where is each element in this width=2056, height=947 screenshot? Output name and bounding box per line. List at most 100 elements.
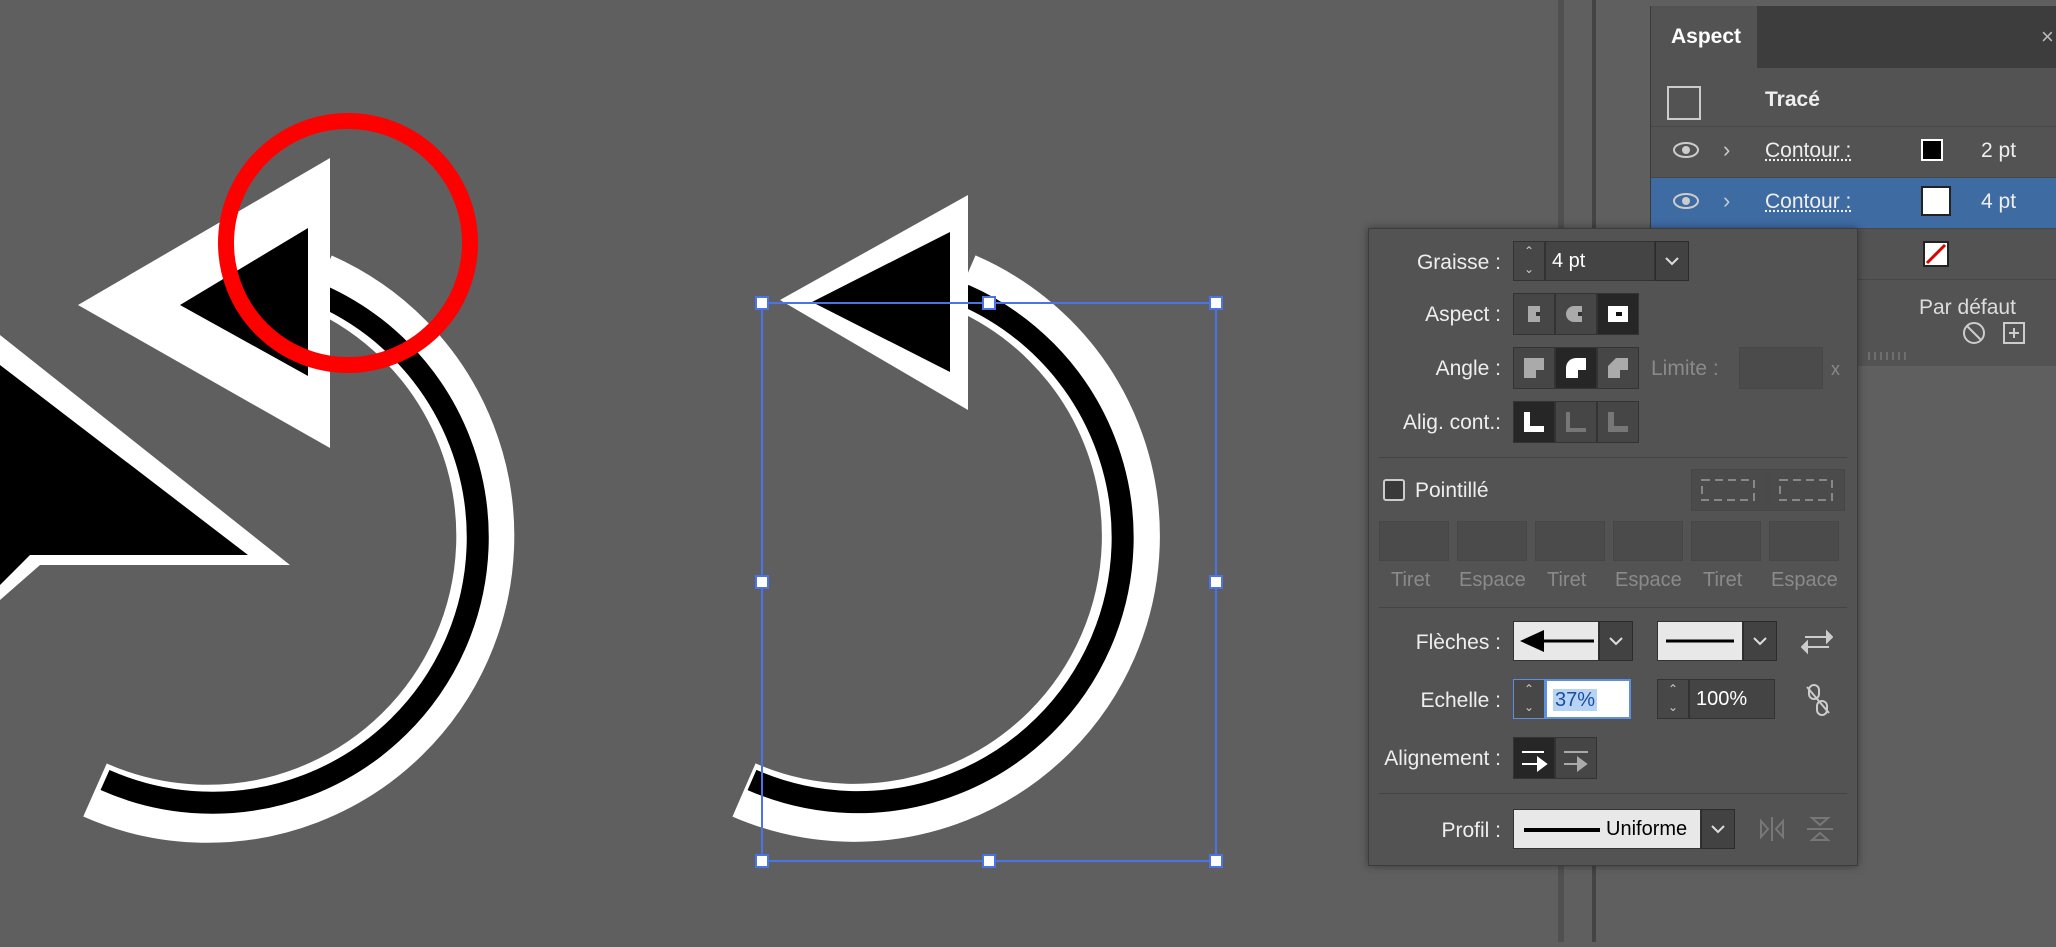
profile-dropdown[interactable]: [1701, 809, 1735, 849]
limit-x-label: x: [1831, 359, 1840, 380]
start-arrowhead-select[interactable]: [1513, 621, 1599, 661]
stroke-swatch-black[interactable]: [1921, 139, 1943, 161]
stroke-weight-value: 2 pt: [1981, 139, 2016, 163]
eye-icon[interactable]: [1673, 192, 1699, 210]
profile-label: Profil :: [1369, 819, 1501, 843]
scale-label: Echelle :: [1369, 689, 1501, 713]
arrow-left-icon: [1514, 622, 1598, 660]
chevron-down-icon: [1656, 242, 1688, 280]
dash-label: Tiret: [1391, 569, 1430, 592]
separator: [1379, 457, 1847, 458]
default-style-label: Par défaut: [1919, 296, 2016, 320]
projecting-cap-button[interactable]: [1597, 293, 1639, 335]
chevron-down-icon: [1600, 622, 1632, 660]
eye-icon[interactable]: [1673, 141, 1699, 159]
weight-stepper[interactable]: ⌃ ⌄: [1513, 241, 1545, 281]
dashed-label: Pointillé: [1415, 479, 1489, 503]
align-stroke-label: Alig. cont.:: [1369, 411, 1501, 435]
limit-label: Limite :: [1651, 357, 1719, 381]
aspect-row-stroke-2[interactable]: › Contour : 4 pt: [1651, 178, 2056, 229]
arrow-alignment-label: Alignement :: [1369, 747, 1501, 771]
weight-dropdown[interactable]: [1655, 241, 1689, 281]
clear-appearance-icon[interactable]: [1961, 320, 1987, 346]
gap-1-input: [1457, 521, 1527, 561]
dash-3-input: [1691, 521, 1761, 561]
stroke-swatch-white[interactable]: [1921, 186, 1951, 216]
stroke-row-label[interactable]: Contour :: [1765, 190, 1851, 214]
chevron-down-icon: [1744, 622, 1776, 660]
flip-across-icon: [1805, 815, 1835, 843]
dash-2-input: [1535, 521, 1605, 561]
align-inside-button[interactable]: [1555, 401, 1597, 443]
dashed-checkbox[interactable]: [1383, 479, 1405, 501]
swap-arrowheads-icon[interactable]: [1801, 627, 1833, 657]
scale-end-input[interactable]: 100%: [1689, 679, 1775, 719]
aspect-row-stroke-1[interactable]: › Contour : 2 pt: [1651, 127, 2056, 178]
path-icon: [1667, 86, 1701, 120]
dash-1-input: [1379, 521, 1449, 561]
large-arrow-fill: [0, 365, 248, 585]
align-outside-button[interactable]: [1597, 401, 1639, 443]
right-circular-arrow[interactable]: [744, 195, 1131, 813]
handle-bottom-right: [1210, 855, 1222, 867]
artboard-canvas[interactable]: [0, 0, 1560, 942]
resize-grip-icon[interactable]: [1867, 351, 1927, 361]
handle-mid-right: [1210, 576, 1222, 588]
none-fill-swatch-icon[interactable]: [1923, 241, 1949, 267]
gap-label: Espace: [1459, 569, 1526, 592]
handle-bottom-left: [756, 855, 768, 867]
add-new-effect-icon[interactable]: [2001, 320, 2027, 346]
trace-label: Tracé: [1765, 88, 1820, 112]
stroke-panel: Graisse : ⌃ ⌄ 4 pt Aspect : Angle : Limit…: [1368, 228, 1858, 866]
handle-top-left: [756, 297, 768, 309]
align-center-button[interactable]: [1513, 401, 1555, 443]
gap-label: Espace: [1771, 569, 1838, 592]
chevron-down-icon: [1702, 810, 1734, 848]
link-scale-icon[interactable]: [1803, 683, 1833, 717]
uniform-profile-icon: [1524, 828, 1600, 832]
cap-label: Aspect :: [1369, 303, 1501, 327]
dash-align-options: [1691, 469, 1845, 511]
dash-label: Tiret: [1703, 569, 1742, 592]
flip-along-icon: [1757, 815, 1787, 843]
chevron-right-icon[interactable]: ›: [1723, 137, 1730, 163]
separator: [1379, 607, 1847, 608]
arrow-extend-beyond-button[interactable]: [1513, 737, 1555, 779]
line-icon: [1658, 622, 1742, 660]
start-arrowhead-dropdown[interactable]: [1599, 621, 1633, 661]
round-cap-button[interactable]: [1555, 293, 1597, 335]
profile-select[interactable]: Uniforme: [1513, 809, 1701, 849]
butt-cap-button[interactable]: [1513, 293, 1555, 335]
end-arrowhead-select[interactable]: [1657, 621, 1743, 661]
handle-top-mid: [983, 297, 995, 309]
limit-input: [1739, 347, 1823, 389]
gap-3-input: [1769, 521, 1839, 561]
scale-start-stepper[interactable]: ⌃ ⌄: [1513, 679, 1545, 719]
gap-label: Espace: [1615, 569, 1682, 592]
bevel-join-button[interactable]: [1597, 347, 1639, 389]
handle-top-right: [1210, 297, 1222, 309]
profile-value: Uniforme: [1606, 818, 1687, 841]
gap-2-input: [1613, 521, 1683, 561]
scale-end-stepper[interactable]: ⌃ ⌄: [1657, 679, 1689, 719]
aspect-tab-bar: Aspect ×: [1651, 6, 2056, 68]
artwork: [0, 0, 1560, 942]
close-icon[interactable]: ×: [2041, 24, 2054, 50]
join-label: Angle :: [1369, 357, 1501, 381]
stroke-row-label[interactable]: Contour :: [1765, 139, 1851, 163]
weight-input[interactable]: 4 pt: [1545, 241, 1655, 281]
end-arrowhead-dropdown[interactable]: [1743, 621, 1777, 661]
round-join-button[interactable]: [1555, 347, 1597, 389]
stroke-weight-value: 4 pt: [1981, 190, 2016, 214]
handle-mid-left: [756, 576, 768, 588]
scale-start-input[interactable]: 37%: [1545, 679, 1631, 719]
separator: [1379, 793, 1847, 794]
tab-aspect[interactable]: Aspect: [1651, 6, 1757, 68]
arrow-place-at-end-button[interactable]: [1555, 737, 1597, 779]
chevron-right-icon[interactable]: ›: [1723, 188, 1730, 214]
miter-join-button[interactable]: [1513, 347, 1555, 389]
weight-label: Graisse :: [1369, 251, 1501, 275]
aspect-row-trace[interactable]: Tracé: [1651, 76, 2056, 127]
arrowheads-label: Flèches :: [1369, 631, 1501, 655]
scale-start-value: 37%: [1553, 689, 1597, 711]
